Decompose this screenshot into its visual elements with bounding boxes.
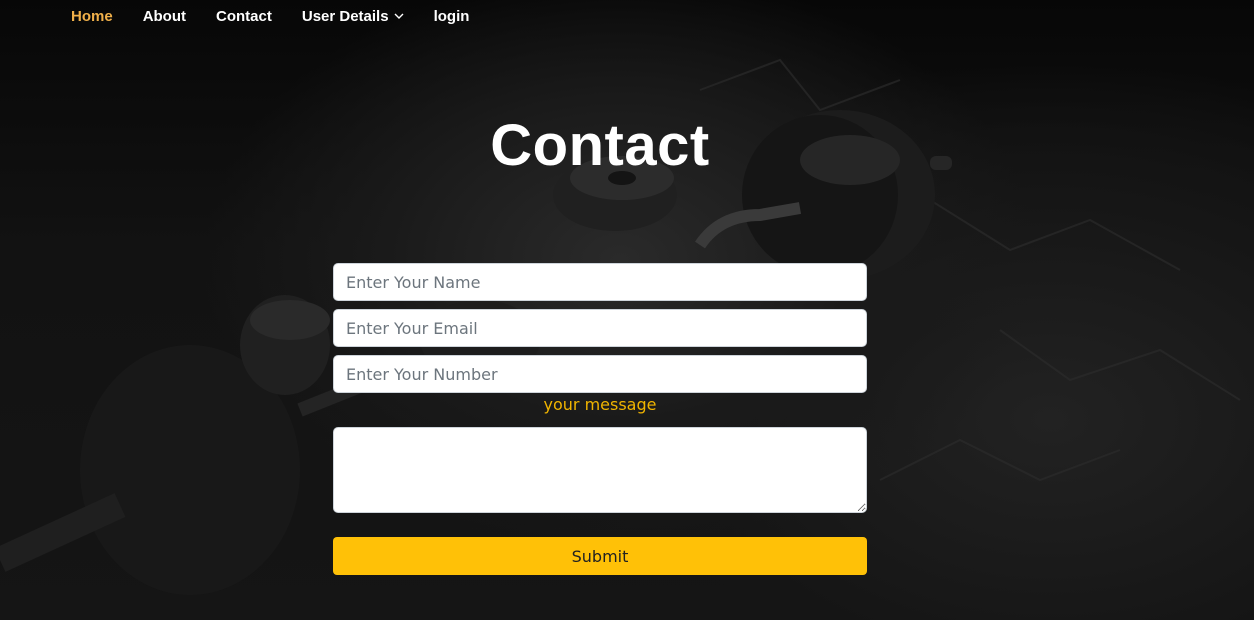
submit-button[interactable]: Submit — [333, 537, 867, 575]
top-navbar: Home About Contact User Details login — [0, 0, 1254, 32]
nav-user-details-dropdown[interactable]: User Details — [302, 8, 404, 25]
page-title: Contact — [490, 113, 710, 178]
message-textarea[interactable] — [333, 427, 867, 513]
nav-home-link[interactable]: Home — [71, 8, 113, 25]
message-label: your message — [543, 395, 657, 414]
chevron-down-icon — [394, 13, 404, 19]
nav-contact-link[interactable]: Contact — [216, 8, 272, 25]
email-input[interactable] — [333, 309, 867, 347]
number-input[interactable] — [333, 355, 867, 393]
nav-about-link[interactable]: About — [143, 8, 186, 25]
contact-form: your message Submit — [333, 263, 867, 575]
name-input[interactable] — [333, 263, 867, 301]
nav-login-link[interactable]: login — [434, 8, 470, 25]
nav-user-details-label: User Details — [301, 7, 389, 25]
